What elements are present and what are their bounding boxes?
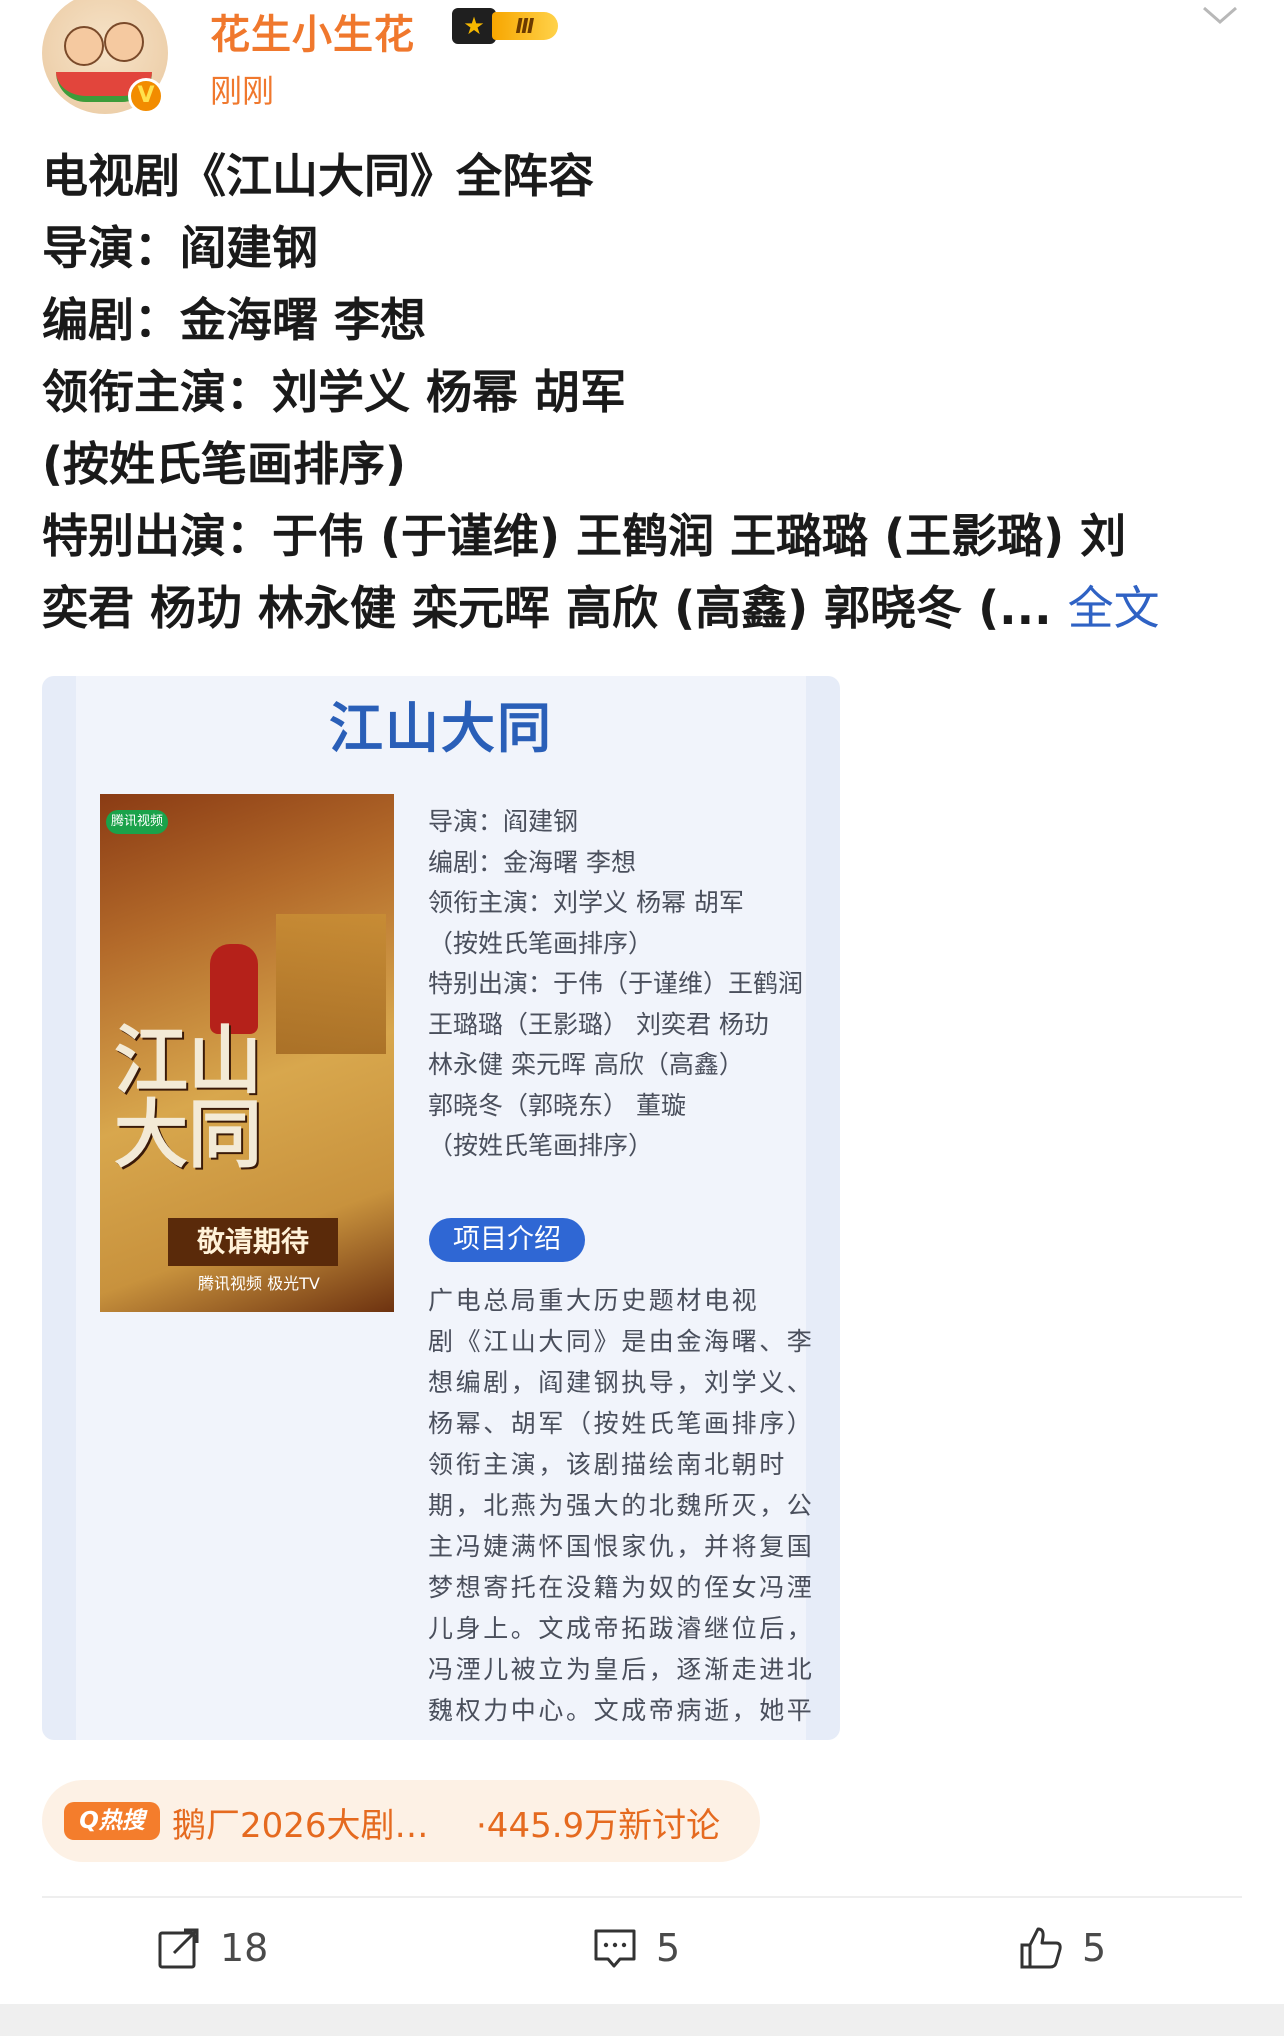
- card-cast-info: 导演：阎建钢 编剧：金海曙 李想 领衔主演：刘学义 杨幂 胡军 （按姓氏笔画排序…: [428, 802, 803, 1167]
- like-count: 5: [1082, 1926, 1107, 1970]
- repost-count: 18: [220, 1926, 269, 1970]
- poster-palace: [276, 914, 386, 1054]
- verified-v-icon: V: [128, 78, 164, 114]
- desc-line: 儿身上。文成帝拓跋濬继位后，: [428, 1614, 815, 1643]
- poster-slogan: 敬请期待: [168, 1218, 338, 1266]
- post-line: 特别出演：于伟 (于谨维) 王鹤润 王璐璐 (王影璐) 刘: [42, 509, 1127, 563]
- action-bar: 18 5 5: [0, 1904, 1284, 1992]
- info-line: （按姓氏笔画排序）: [428, 1131, 654, 1160]
- repost-icon: [158, 1928, 199, 1969]
- hot-search-topic: 鹅厂2026大剧…: [172, 1806, 429, 1846]
- info-line: 特别出演：于伟（于谨维）王鹤润: [428, 969, 804, 998]
- info-line: （按姓氏笔画排序）: [428, 928, 654, 958]
- like-button[interactable]: 5: [1018, 1904, 1106, 1992]
- image-card[interactable]: 江山大同 腾讯视频 江山大同 敬请期待 腾讯视频 极光TV 导演：阎建钢 编剧：…: [42, 676, 840, 1740]
- info-line: 林永健 栾元晖 高欣（高鑫）: [428, 1050, 744, 1079]
- card-title: 江山大同: [329, 696, 553, 760]
- desc-line: 领衔主演，该剧描绘南北朝时: [428, 1450, 787, 1479]
- rank-level: Ⅲ: [492, 12, 558, 40]
- info-line: 郭晓冬（郭晓东） 董璇: [428, 1090, 686, 1120]
- desc-line: 魏权力中心。文成帝病逝，她平: [428, 1696, 815, 1725]
- hot-search-count: ·445.9万新讨论: [476, 1806, 721, 1846]
- poster-calligraphy-title: 江山大同: [114, 1018, 262, 1178]
- comment-icon: [594, 1929, 636, 1968]
- username[interactable]: 花生小生花: [210, 2, 415, 60]
- post-line: 导演：阎建钢: [42, 221, 318, 275]
- project-intro-label: 项目介绍: [429, 1218, 585, 1262]
- repost-button[interactable]: 18: [156, 1904, 268, 1992]
- desc-line: 主冯婕满怀国恨家仇，并将复国: [428, 1532, 815, 1561]
- desc-line: 广电总局重大历史题材电视: [428, 1286, 760, 1315]
- poster-platform-tag: 腾讯视频: [106, 810, 168, 834]
- post-line-last: 奕君 杨玏 林永健 栾元晖 高欣 (高鑫) 郭晓冬 (... 全文: [42, 572, 1242, 644]
- rank-badge[interactable]: ★ Ⅲ: [452, 6, 564, 46]
- post-line: 编剧：金海曙 李想: [42, 293, 427, 347]
- drama-poster: 腾讯视频 江山大同 敬请期待 腾讯视频 极光TV: [100, 794, 394, 1312]
- desc-line: 想编剧，阎建钢执导，刘学义、: [428, 1368, 815, 1397]
- hot-search-badge: Q热搜: [64, 1802, 160, 1840]
- desc-line: 期，北燕为强大的北魏所灭，公: [428, 1491, 815, 1520]
- post-text: 电视剧《江山大同》全阵容 导演：阎建钢 编剧：金海曙 李想 领衔主演：刘学义 杨…: [42, 140, 1242, 644]
- post-time: 刚刚: [210, 72, 275, 110]
- hot-search-chip[interactable]: Q热搜 鹅厂2026大剧… ·445.9万新讨论: [42, 1780, 760, 1862]
- post-header: V 花生小生花 ★ Ⅲ 刚刚: [0, 0, 1284, 130]
- thumbs-up-icon: [1020, 1927, 1062, 1969]
- avatar-face-right: [104, 22, 144, 62]
- comment-button[interactable]: 5: [592, 1904, 680, 1992]
- bottom-gesture-bar: [0, 2004, 1284, 2036]
- desc-line: 冯湮儿被立为皇后，逐渐走进北: [428, 1655, 815, 1684]
- info-line: 编剧：金海曙 李想: [428, 847, 636, 877]
- chevron-down-icon[interactable]: [1200, 0, 1240, 30]
- info-line: 领衔主演：刘学义 杨幂 胡军: [428, 888, 744, 917]
- post-line: 领衔主演：刘学义 杨幂 胡军: [42, 365, 627, 419]
- desc-line: 杨幂、胡军（按姓氏笔画排序）: [428, 1409, 815, 1438]
- info-line: 导演：阎建钢: [428, 807, 579, 836]
- post-line: 电视剧《江山大同》全阵容: [42, 149, 594, 203]
- comment-count: 5: [656, 1926, 681, 1970]
- desc-line: 剧《江山大同》是由金海曙、李: [428, 1327, 815, 1356]
- desc-line: 梦想寄托在没籍为奴的侄女冯湮: [428, 1573, 815, 1602]
- crown-icon: ★: [452, 8, 496, 44]
- info-line: 王璐璐（王影璐） 刘奕君 杨玏: [428, 1009, 769, 1039]
- poster-studio: 腾讯视频 极光TV: [198, 1274, 320, 1293]
- post-line-text: 奕君 杨玏 林永健 栾元晖 高欣 (高鑫) 郭晓冬 (...: [42, 581, 1052, 635]
- avatar-face-left: [64, 26, 104, 66]
- divider: [42, 1896, 1242, 1898]
- full-text-link[interactable]: 全文: [1068, 581, 1160, 635]
- card-description: 广电总局重大历史题材电视 剧《江山大同》是由金海曙、李 想编剧，阎建钢执导，刘学…: [428, 1280, 815, 1731]
- post-line: (按姓氏笔画排序): [42, 437, 407, 491]
